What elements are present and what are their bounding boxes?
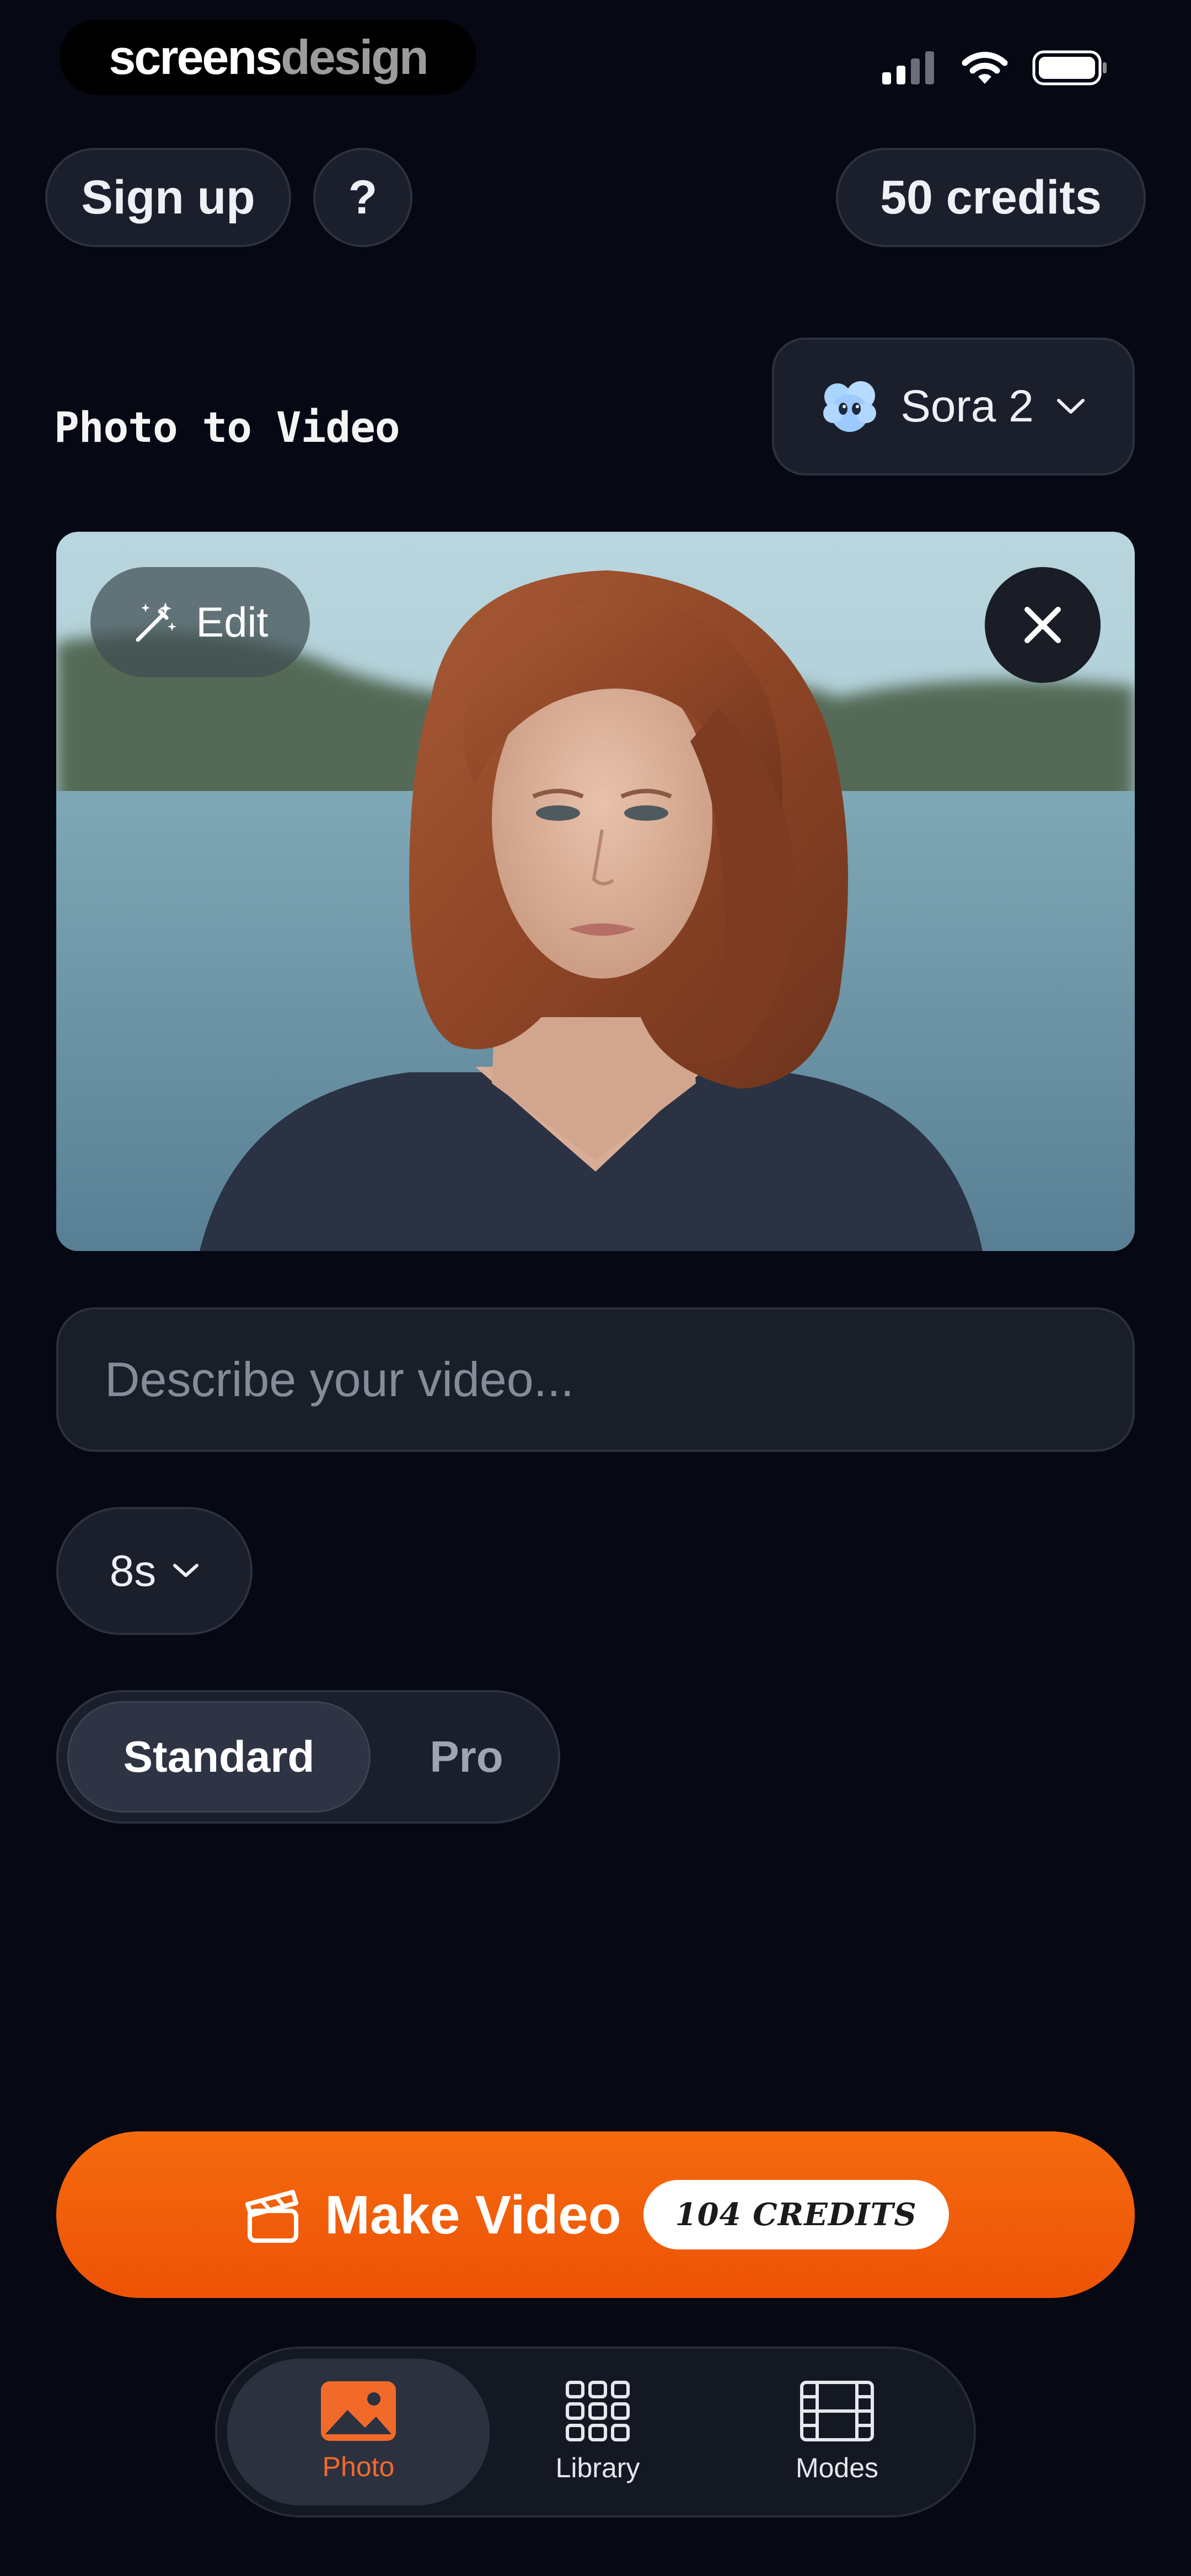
model-label: Sora 2	[900, 381, 1034, 431]
duration-dropdown[interactable]: 8s	[56, 1507, 253, 1635]
brand-part1: screens	[109, 30, 282, 84]
quality-toggle: Standard Pro	[56, 1690, 560, 1824]
sign-up-button[interactable]: Sign up	[45, 148, 291, 247]
help-button[interactable]: ?	[313, 148, 412, 247]
tab-photo[interactable]: Photo	[227, 2359, 490, 2505]
tab-library[interactable]: Library	[466, 2359, 729, 2505]
uploaded-photo[interactable]: Edit	[56, 532, 1135, 1251]
battery-icon	[1032, 50, 1107, 85]
tab-library-label: Library	[555, 2452, 640, 2483]
video-description-input[interactable]: Describe your video...	[56, 1307, 1135, 1452]
standard-option[interactable]: Standard	[67, 1701, 371, 1813]
page-title: Photo to Video	[54, 403, 400, 452]
chevron-down-icon	[173, 1564, 199, 1577]
tab-photo-label: Photo	[322, 2451, 395, 2482]
edit-button[interactable]: Edit	[90, 567, 310, 677]
film-icon	[800, 2381, 874, 2441]
tab-modes[interactable]: Modes	[706, 2359, 968, 2505]
tab-modes-label: Modes	[795, 2452, 879, 2483]
remove-photo-button[interactable]	[985, 567, 1101, 683]
grid-icon	[566, 2381, 630, 2441]
clapperboard-icon	[245, 2190, 299, 2243]
credits-button[interactable]: 50 credits	[836, 148, 1146, 247]
photo-icon	[321, 2381, 396, 2441]
pro-option[interactable]: Pro	[389, 1701, 544, 1813]
brand-part2: design	[281, 30, 429, 84]
sign-up-label: Sign up	[81, 170, 255, 224]
magic-wand-icon	[136, 602, 176, 642]
bottom-tab-bar: Photo Library Modes	[215, 2347, 976, 2518]
help-label: ?	[348, 170, 378, 224]
chevron-down-icon	[1056, 399, 1085, 414]
prompt-placeholder: Describe your video...	[105, 1352, 575, 1407]
credits-cost-badge: 104 CREDITS	[643, 2180, 949, 2249]
wifi-icon	[962, 52, 1008, 84]
make-video-button[interactable]: Make Video 104 CREDITS	[56, 2131, 1135, 2298]
credits-label: 50 credits	[880, 170, 1102, 224]
model-selector[interactable]: Sora 2	[772, 338, 1135, 475]
signal-icon	[882, 51, 934, 84]
brand-logo: screens design	[60, 20, 476, 95]
duration-label: 8s	[109, 1546, 157, 1595]
make-video-label: Make Video	[325, 2184, 621, 2245]
cloud-face-icon	[823, 381, 877, 432]
close-icon	[1024, 607, 1061, 643]
edit-label: Edit	[196, 598, 269, 646]
status-icons	[882, 43, 1108, 93]
